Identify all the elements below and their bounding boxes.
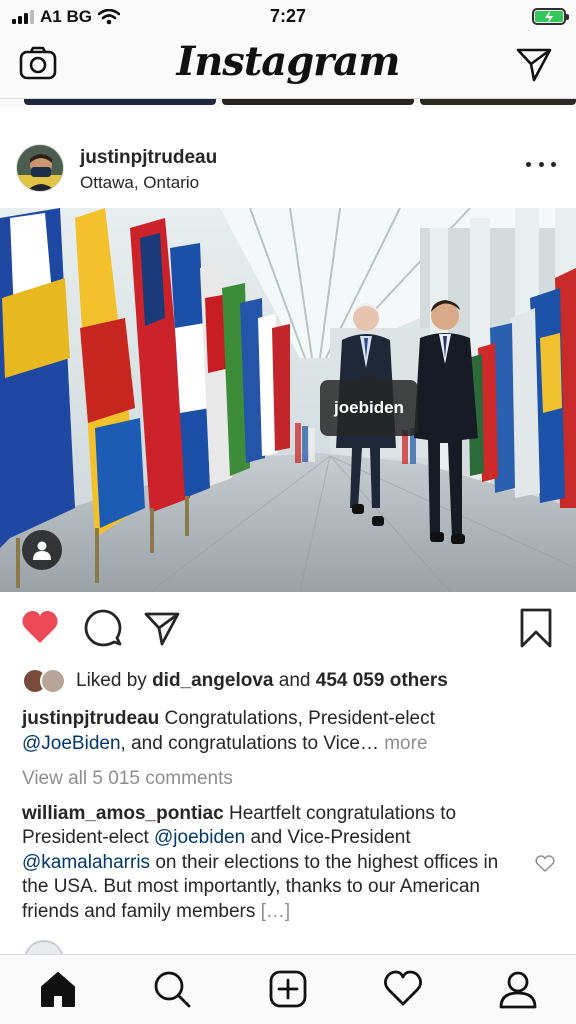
comment-like-icon[interactable] — [535, 855, 555, 873]
author-username[interactable]: justinpjtrudeau — [80, 147, 217, 169]
likes-text: Liked by did_angelova and 454 059 others — [76, 670, 448, 691]
status-time: 7:27 — [269, 6, 307, 26]
more-options-icon[interactable] — [526, 154, 556, 174]
share-icon[interactable] — [142, 608, 182, 648]
post-photo[interactable] — [0, 208, 576, 592]
post-actions — [0, 604, 576, 654]
app-logo: Instagram — [176, 38, 401, 85]
post-location[interactable]: Ottawa, Ontario — [80, 173, 199, 193]
comment-mention-joebiden[interactable]: @joebiden — [154, 827, 245, 848]
author-avatar[interactable] — [16, 144, 64, 192]
photo-tag-label[interactable]: joebiden — [320, 372, 418, 436]
post-header: justinpjtrudeau Ottawa, Ontario — [0, 138, 576, 200]
new-post-icon[interactable] — [268, 969, 308, 1009]
direct-message-icon[interactable] — [514, 44, 554, 84]
likes-count[interactable]: 454 059 others — [316, 670, 448, 691]
comment-icon[interactable] — [82, 608, 122, 648]
activity-icon[interactable] — [383, 969, 423, 1009]
home-icon[interactable] — [38, 969, 78, 1009]
status-bar: A1 BG 7:27 — [0, 0, 576, 34]
caption-more-link[interactable]: more — [384, 733, 427, 754]
bottom-navigation — [0, 954, 576, 1024]
likes-row[interactable]: Liked by did_angelova and 454 059 others — [22, 666, 562, 696]
comment-item: william_amos_pontiac Heartfelt congratul… — [22, 803, 499, 922]
view-all-comments-link[interactable]: View all 5 015 comments — [22, 768, 233, 790]
profile-icon[interactable] — [498, 969, 538, 1009]
liked-by-username[interactable]: did_angelova — [152, 670, 273, 691]
save-bookmark-icon[interactable] — [516, 608, 556, 648]
caption-username[interactable]: justinpjtrudeau — [22, 708, 159, 729]
comment-username[interactable]: william_amos_pontiac — [22, 803, 224, 824]
battery-icon — [532, 8, 569, 25]
comment-mention-kamalaharris[interactable]: @kamalaharris — [22, 852, 150, 873]
tagged-people-button[interactable] — [22, 530, 62, 570]
top-app-bar: Instagram — [0, 34, 576, 98]
person-icon — [33, 541, 51, 560]
comment-ellipsis[interactable]: […] — [261, 901, 291, 922]
stories-strip[interactable] — [0, 98, 576, 108]
next-comment-peek — [24, 940, 64, 954]
photo-illustration — [0, 208, 576, 592]
liker-avatar — [40, 668, 66, 694]
caption-mention[interactable]: @JoeBiden — [22, 733, 121, 754]
post-caption: justinpjtrudeau Congratulations, Preside… — [22, 708, 435, 754]
like-heart-icon[interactable] — [20, 608, 60, 648]
search-icon[interactable] — [152, 969, 192, 1009]
